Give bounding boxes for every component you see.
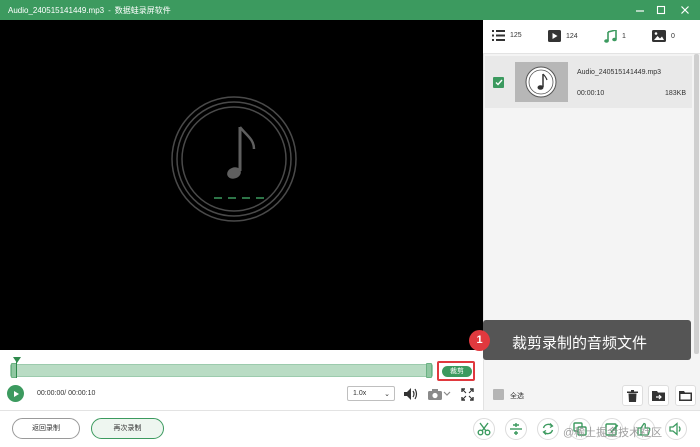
current-time: 00:00:00	[37, 390, 65, 397]
camera-icon	[428, 388, 442, 400]
file-duration: 00:00:10	[577, 90, 605, 97]
speed-value: 1.0x	[353, 390, 367, 397]
minimize-icon	[636, 10, 644, 12]
tab-all[interactable]: 125	[492, 30, 522, 41]
fullscreen-icon	[460, 387, 474, 401]
speed-select[interactable]: 1.0x ⌄	[347, 386, 395, 401]
total-time: 00:00:10	[68, 390, 96, 397]
time-display: 00:00:00/ 00:00:10	[37, 390, 95, 397]
delete-button[interactable]	[622, 385, 643, 406]
music-note-icon	[604, 30, 617, 43]
callout-text: 裁剪录制的音频文件	[512, 335, 648, 352]
maximize-icon	[656, 5, 666, 15]
tab-audio[interactable]: 1	[604, 30, 626, 43]
open-folder-button[interactable]	[675, 385, 696, 406]
select-all-checkbox[interactable]	[493, 389, 504, 400]
check-icon	[495, 79, 503, 86]
time-separator: /	[64, 390, 67, 397]
volume-button[interactable]	[402, 386, 420, 402]
volume-tool-button[interactable]	[665, 418, 687, 440]
playhead-marker[interactable]	[13, 357, 21, 363]
close-icon	[681, 6, 689, 14]
chevron-down-icon	[443, 391, 451, 396]
scissors-icon	[477, 422, 491, 436]
title-bar: Audio_240515141449.mp3- 数据蛙录屏软件	[0, 0, 700, 20]
split-tool-button[interactable]	[505, 418, 527, 440]
app-name: 数据蛙录屏软件	[114, 5, 171, 15]
title-separator: -	[108, 5, 111, 15]
play-button[interactable]	[7, 385, 24, 402]
cut-button-highlight	[437, 361, 475, 381]
folder-export-icon	[652, 391, 665, 401]
fullscreen-button[interactable]	[459, 386, 475, 402]
window-title: Audio_240515141449.mp3- 数据蛙录屏软件	[0, 5, 171, 16]
audio-disc-icon	[171, 96, 297, 222]
volume-icon	[404, 388, 418, 400]
video-icon	[548, 30, 561, 42]
audio-thumbnail-icon	[515, 62, 568, 102]
chevron-down-icon: ⌄	[384, 391, 390, 398]
play-icon	[13, 390, 19, 397]
file-name: Audio_240515141449.mp3	[577, 69, 662, 76]
record-again-button[interactable]: 再次录制	[91, 418, 164, 439]
tab-video-count: 124	[566, 32, 578, 40]
trash-icon	[627, 389, 638, 402]
move-to-folder-button[interactable]	[648, 385, 669, 406]
file-list-scrollbar[interactable]	[694, 54, 699, 354]
file-checkbox[interactable]	[493, 77, 504, 88]
select-all-label: 全选	[510, 393, 524, 400]
convert-tool-button[interactable]	[537, 418, 559, 440]
watermark: @稀土掘金技术社区	[563, 427, 663, 439]
trim-end-handle[interactable]	[426, 363, 432, 378]
list-icon	[492, 30, 505, 41]
image-icon	[652, 30, 666, 42]
cut-tool-button[interactable]	[473, 418, 495, 440]
close-button[interactable]	[673, 0, 697, 20]
file-size: 183KB	[665, 90, 687, 97]
folder-icon	[679, 391, 692, 401]
refresh-icon	[542, 423, 554, 435]
tab-audio-count: 1	[622, 33, 626, 40]
screenshot-button[interactable]	[426, 386, 452, 402]
tab-image[interactable]: 0	[652, 30, 675, 42]
callout-number-badge: 1	[469, 330, 490, 351]
volume-icon	[669, 422, 681, 436]
window-file-title: Audio_240515141449.mp3	[8, 5, 105, 15]
tab-image-count: 0	[671, 32, 675, 40]
playhead-line	[16, 361, 17, 378]
return-to-record-button[interactable]: 返回录制	[12, 418, 80, 439]
tab-video[interactable]: 124	[548, 30, 578, 42]
maximize-button[interactable]	[649, 0, 673, 20]
split-icon	[510, 423, 522, 435]
timeline-track[interactable]	[10, 364, 433, 377]
tab-all-count: 125	[510, 32, 522, 39]
